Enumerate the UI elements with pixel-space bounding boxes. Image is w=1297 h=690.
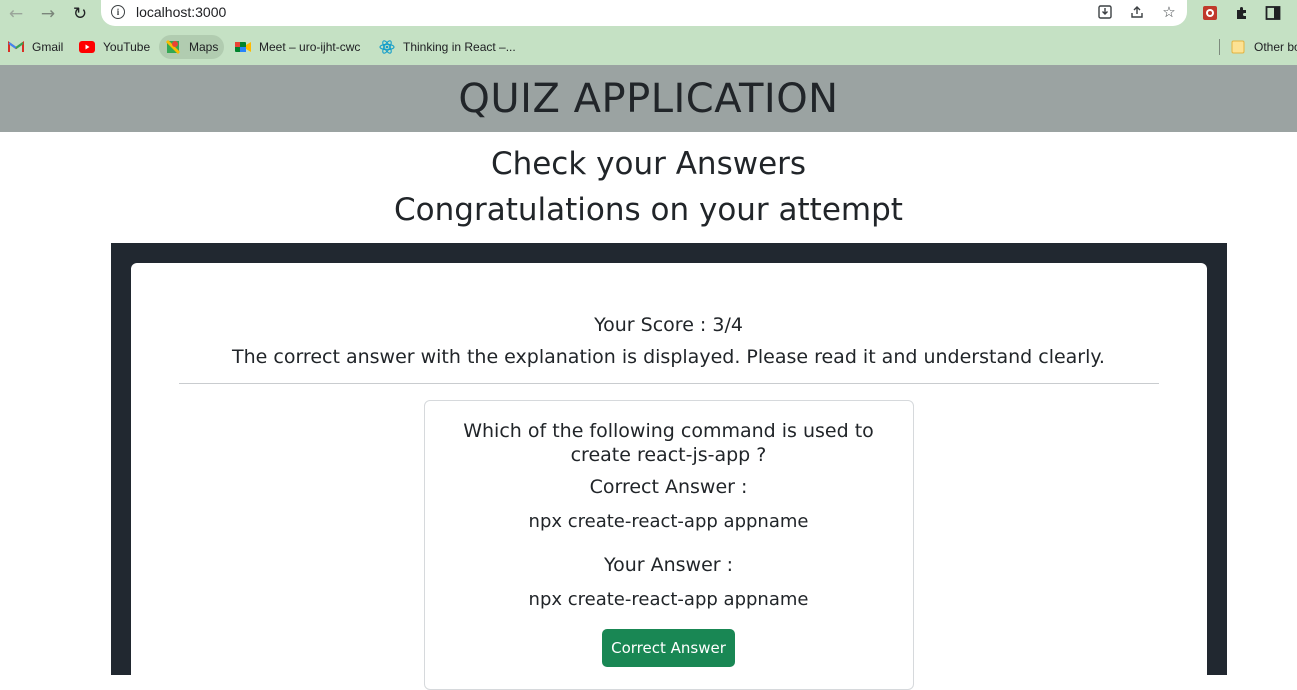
correct-answer-value: npx create-react-app appname — [528, 511, 809, 532]
score-text: Your Score : 3/4 — [594, 314, 743, 336]
bookmark-meet[interactable]: Meet – uro-ijht-cwc — [229, 35, 366, 59]
app-header: QUIZ APPLICATION — [0, 65, 1297, 132]
bookmark-maps[interactable]: Maps — [159, 35, 225, 59]
site-info-icon[interactable]: i — [111, 5, 125, 19]
your-answer-label: Your Answer : — [603, 554, 734, 576]
back-arrow-icon[interactable]: ← — [5, 3, 27, 25]
other-bookmarks[interactable]: Other bo — [1224, 35, 1297, 59]
divider — [179, 383, 1159, 384]
question-text-line-1: Which of the following command is used t… — [463, 420, 874, 442]
app-title: QUIZ APPLICATION — [458, 75, 839, 122]
check-answers-heading: Check your Answers — [490, 146, 807, 182]
install-icon[interactable] — [1096, 3, 1114, 21]
bookmark-youtube[interactable]: YouTube — [73, 35, 156, 59]
share-icon[interactable] — [1128, 3, 1146, 21]
gmail-icon — [8, 39, 24, 55]
maps-icon — [165, 39, 181, 55]
question-text: Which of the following command is used t… — [0, 419, 1297, 467]
extension-app-icon[interactable] — [1200, 3, 1220, 23]
bookmarks-separator — [1219, 39, 1220, 55]
congratulations-heading: Congratulations on your attempt — [394, 192, 903, 228]
address-bar[interactable]: i localhost:3000 ☆ — [101, 0, 1187, 26]
react-icon — [379, 39, 395, 55]
correct-answer-button[interactable]: Correct Answer — [602, 629, 735, 667]
bookmark-thinking-in-react[interactable]: Thinking in React –... — [373, 35, 522, 59]
bookmark-gmail[interactable]: Gmail — [2, 35, 69, 59]
folder-icon — [1230, 39, 1246, 55]
reload-icon[interactable]: ↻ — [69, 3, 91, 25]
explanation-note: The correct answer with the explanation … — [232, 346, 1105, 368]
your-answer-value: npx create-react-app appname — [528, 589, 809, 610]
browser-toolbar: ← → ↻ i localhost:3000 ☆ — [0, 0, 1297, 29]
extensions-puzzle-icon[interactable] — [1232, 3, 1252, 23]
question-text-line-2: create react-js-app ? — [570, 444, 767, 466]
meet-icon — [235, 39, 251, 55]
youtube-icon — [79, 39, 95, 55]
forward-arrow-icon[interactable]: → — [37, 3, 59, 25]
url-text[interactable]: localhost:3000 — [136, 4, 226, 20]
correct-answer-label: Correct Answer : — [589, 476, 748, 498]
side-panel-icon[interactable] — [1263, 3, 1283, 23]
bookmarks-bar: Gmail YouTube Maps Meet – uro-ijht-cwc T… — [0, 29, 1297, 65]
bookmark-star-icon[interactable]: ☆ — [1160, 3, 1178, 21]
